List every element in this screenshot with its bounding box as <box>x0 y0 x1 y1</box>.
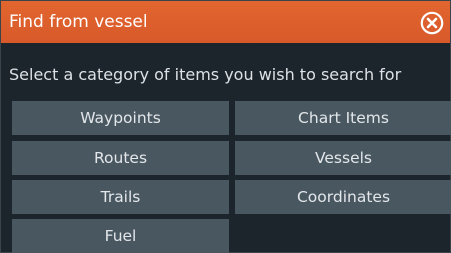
category-button-waypoints[interactable]: Waypoints <box>12 101 229 135</box>
category-button-coordinates[interactable]: Coordinates <box>235 180 451 214</box>
close-circle-icon <box>420 11 444 35</box>
dialog-title: Find from vessel <box>9 12 148 32</box>
category-button-chart-items[interactable]: Chart Items <box>235 101 451 135</box>
find-from-vessel-dialog: Find from vessel Select a category of it… <box>0 0 451 253</box>
category-button-vessels[interactable]: Vessels <box>235 141 451 175</box>
search-prompt: Select a category of items you wish to s… <box>9 65 402 84</box>
dialog-titlebar: Find from vessel <box>1 1 450 43</box>
category-button-trails[interactable]: Trails <box>12 180 229 214</box>
close-button[interactable] <box>420 11 444 35</box>
category-button-fuel[interactable]: Fuel <box>12 219 229 253</box>
category-button-routes[interactable]: Routes <box>12 141 229 175</box>
